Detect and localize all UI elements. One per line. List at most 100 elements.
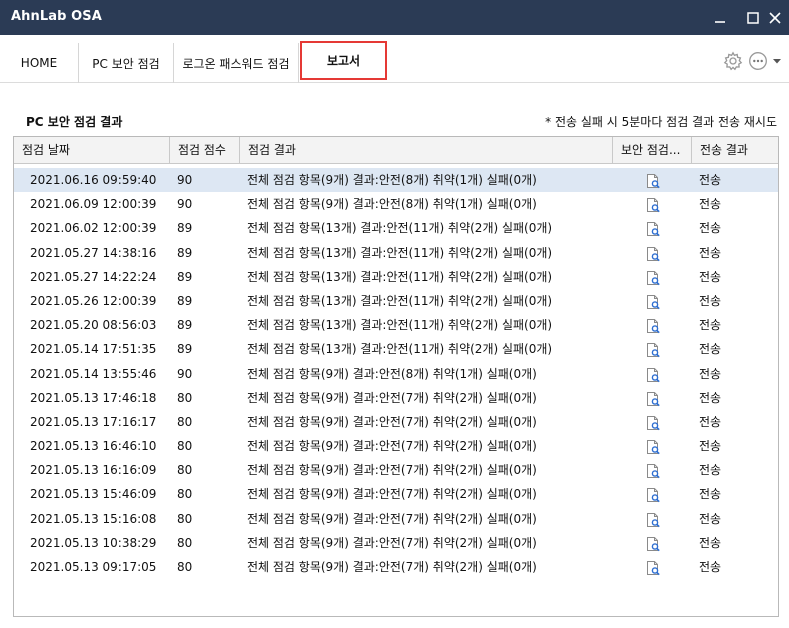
report-view-icon — [647, 319, 660, 334]
table-row[interactable]: 2021.05.13 10:38:29 80 전체 점검 항목(9개) 결과:안… — [14, 531, 778, 555]
report-view-icon — [647, 440, 660, 455]
check-date: 2021.05.13 10:38:29 — [30, 535, 157, 550]
table-row[interactable]: 2021.05.14 13:55:46 90 전체 점검 항목(9개) 결과:안… — [14, 362, 778, 386]
send-status: 전송 — [699, 390, 722, 405]
table-row[interactable]: 2021.06.09 12:00:39 90 전체 점검 항목(9개) 결과:안… — [14, 192, 778, 216]
report-view-button[interactable] — [645, 173, 661, 189]
report-view-button[interactable] — [645, 367, 661, 383]
tab-pc-security-check[interactable]: PC 보안 점검 — [79, 43, 174, 83]
report-view-icon — [647, 464, 660, 479]
minimize-button[interactable] — [709, 7, 731, 29]
check-score: 89 — [177, 245, 193, 260]
send-status: 전송 — [699, 439, 722, 454]
table-row[interactable]: 2021.05.13 16:16:09 80 전체 점검 항목(9개) 결과:안… — [14, 458, 778, 482]
check-score: 80 — [177, 463, 193, 478]
table-row[interactable]: 2021.05.20 08:56:03 89 전체 점검 항목(13개) 결과:… — [14, 313, 778, 337]
report-view-button[interactable] — [645, 246, 661, 262]
table-body: 2021.06.16 09:59:40 90 전체 점검 항목(9개) 결과:안… — [14, 168, 778, 579]
report-view-icon — [647, 294, 660, 310]
send-status: 전송 — [699, 245, 722, 260]
tab-report-label: 보고서 — [326, 54, 361, 68]
table-row[interactable]: 2021.05.27 14:22:24 89 전체 점검 항목(13개) 결과:… — [14, 265, 778, 289]
check-result: 전체 점검 항목(13개) 결과:안전(11개) 취약(2개) 실패(0개) — [247, 293, 553, 308]
table-row[interactable]: 2021.05.13 17:16:17 80 전체 점검 항목(9개) 결과:안… — [14, 410, 778, 434]
send-status: 전송 — [699, 342, 722, 357]
report-view-button[interactable] — [645, 391, 661, 407]
report-view-button[interactable] — [645, 221, 661, 237]
table-row[interactable]: 2021.06.16 09:59:40 90 전체 점검 항목(9개) 결과:안… — [14, 168, 778, 193]
check-date: 2021.05.14 17:51:35 — [30, 342, 157, 357]
check-score: 80 — [177, 390, 193, 405]
gear-icon[interactable] — [723, 51, 743, 71]
send-status: 전송 — [699, 535, 722, 550]
send-status: 전송 — [699, 511, 722, 526]
maximize-button[interactable] — [742, 7, 764, 29]
column-header-report-view[interactable]: 보안 점검... — [613, 137, 692, 163]
check-date: 2021.06.09 12:00:39 — [30, 197, 157, 212]
report-view-button[interactable] — [645, 439, 661, 455]
check-score: 90 — [177, 197, 193, 212]
report-view-button[interactable] — [645, 487, 661, 503]
check-date: 2021.05.20 08:56:03 — [30, 318, 157, 333]
more-options-icon[interactable] — [748, 51, 768, 71]
table-row[interactable]: 2021.05.13 09:17:05 80 전체 점검 항목(9개) 결과:안… — [14, 555, 778, 579]
check-score: 89 — [177, 269, 193, 284]
tab-report[interactable]: 보고서 — [300, 41, 387, 80]
table-row[interactable]: 2021.05.13 16:46:10 80 전체 점검 항목(9개) 결과:안… — [14, 434, 778, 458]
check-result: 전체 점검 항목(9개) 결과:안전(7개) 취약(2개) 실패(0개) — [247, 511, 537, 526]
report-view-button[interactable] — [645, 197, 661, 213]
report-view-button[interactable] — [645, 463, 661, 479]
check-date: 2021.06.02 12:00:39 — [30, 221, 157, 236]
table-row[interactable]: 2021.06.02 12:00:39 89 전체 점검 항목(13개) 결과:… — [14, 216, 778, 240]
send-status: 전송 — [699, 366, 722, 381]
table-row[interactable]: 2021.05.13 17:46:18 80 전체 점검 항목(9개) 결과:안… — [14, 386, 778, 410]
report-view-button[interactable] — [645, 512, 661, 528]
report-view-icon — [647, 561, 660, 576]
check-score: 80 — [177, 535, 193, 550]
tab-logon-password-check[interactable]: 로그온 패스워드 점검 — [174, 43, 299, 83]
check-result: 전체 점검 항목(13개) 결과:안전(11개) 취약(2개) 실패(0개) — [247, 342, 553, 357]
report-view-button[interactable] — [645, 536, 661, 552]
column-header-score[interactable]: 점검 점수 — [170, 137, 240, 163]
report-view-icon — [647, 174, 660, 189]
send-status: 전송 — [699, 414, 722, 429]
check-result: 전체 점검 항목(9개) 결과:안전(7개) 취약(2개) 실패(0개) — [247, 487, 537, 502]
check-score: 80 — [177, 439, 193, 454]
table-row[interactable]: 2021.05.13 15:46:09 80 전체 점검 항목(9개) 결과:안… — [14, 482, 778, 506]
title-bar: AhnLab OSA — [0, 0, 789, 35]
report-view-button[interactable] — [645, 560, 661, 576]
table-row[interactable]: 2021.05.13 15:16:08 80 전체 점검 항목(9개) 결과:안… — [14, 507, 778, 531]
report-view-icon — [647, 512, 660, 527]
column-header-date[interactable]: 점검 날짜 — [14, 137, 170, 163]
chevron-down-icon[interactable] — [773, 57, 781, 65]
report-view-icon — [647, 198, 660, 213]
report-view-button[interactable] — [645, 318, 661, 334]
column-header-send-result[interactable]: 전송 결과 — [692, 137, 778, 163]
check-result: 전체 점검 항목(9개) 결과:안전(7개) 취약(2개) 실패(0개) — [247, 414, 537, 429]
check-date: 2021.05.13 16:16:09 — [30, 463, 157, 478]
send-status: 전송 — [699, 318, 722, 333]
check-result: 전체 점검 항목(9개) 결과:안전(7개) 취약(2개) 실패(0개) — [247, 535, 537, 550]
close-button[interactable] — [764, 7, 786, 29]
tab-bar: HOME PC 보안 점검 로그온 패스워드 점검 보고서 — [0, 35, 789, 83]
column-header-result[interactable]: 점검 결과 — [240, 137, 613, 163]
tab-pc-security-check-label: PC 보안 점검 — [92, 56, 160, 71]
check-score: 89 — [177, 318, 193, 333]
check-date: 2021.05.13 15:16:08 — [30, 511, 157, 526]
check-date: 2021.05.27 14:22:24 — [30, 269, 157, 284]
tab-home[interactable]: HOME — [0, 43, 79, 83]
check-date: 2021.05.13 17:46:18 — [30, 390, 157, 405]
report-view-button[interactable] — [645, 294, 661, 310]
table-row[interactable]: 2021.05.27 14:38:16 89 전체 점검 항목(13개) 결과:… — [14, 241, 778, 265]
report-view-button[interactable] — [645, 415, 661, 431]
report-view-icon — [647, 246, 660, 261]
table-row[interactable]: 2021.05.26 12:00:39 89 전체 점검 항목(13개) 결과:… — [14, 289, 778, 313]
table-row[interactable]: 2021.05.14 17:51:35 89 전체 점검 항목(13개) 결과:… — [14, 337, 778, 361]
check-score: 80 — [177, 414, 193, 429]
report-view-button[interactable] — [645, 342, 661, 358]
report-view-icon — [647, 367, 660, 382]
tab-tools — [723, 51, 781, 71]
check-result: 전체 점검 항목(9개) 결과:안전(7개) 취약(2개) 실패(0개) — [247, 560, 537, 574]
report-view-button[interactable] — [645, 270, 661, 286]
check-result: 전체 점검 항목(9개) 결과:안전(7개) 취약(2개) 실패(0개) — [247, 463, 537, 478]
